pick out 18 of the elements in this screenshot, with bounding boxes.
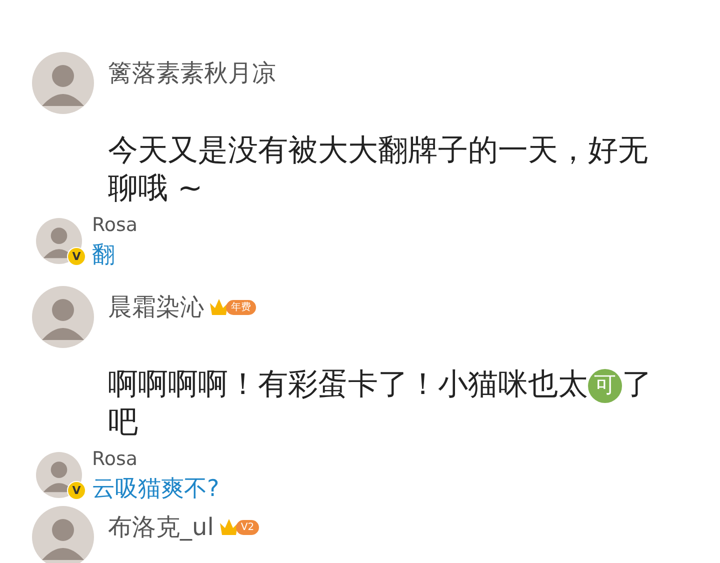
reply-text: 云吸猫爽不?: [92, 475, 220, 504]
reply-text: 翻: [92, 241, 116, 270]
username[interactable]: 布洛克_ul: [108, 512, 214, 542]
avatar-icon: [32, 286, 94, 348]
verified-badge: V: [67, 247, 86, 266]
username[interactable]: Rosa: [92, 446, 220, 472]
avatar-icon: [32, 506, 94, 563]
comment-text: 啊啊啊啊！有彩蛋卡了！小猫咪也太 可 了吧: [108, 366, 653, 442]
username[interactable]: 篱落素素秋月凉: [108, 58, 276, 88]
member-badge: V2: [236, 520, 260, 534]
verified-badge: V: [67, 481, 86, 500]
avatar-icon: [36, 452, 82, 498]
username[interactable]: Rosa: [92, 212, 138, 238]
member-badge: 年费: [226, 300, 256, 314]
avatar-icon: [32, 52, 94, 114]
comment-text: 今天又是没有被大大翻牌子的一天，好无聊哦 ~: [108, 132, 649, 208]
avatar-icon: [36, 218, 82, 264]
username[interactable]: 晨霜染沁: [108, 292, 204, 322]
